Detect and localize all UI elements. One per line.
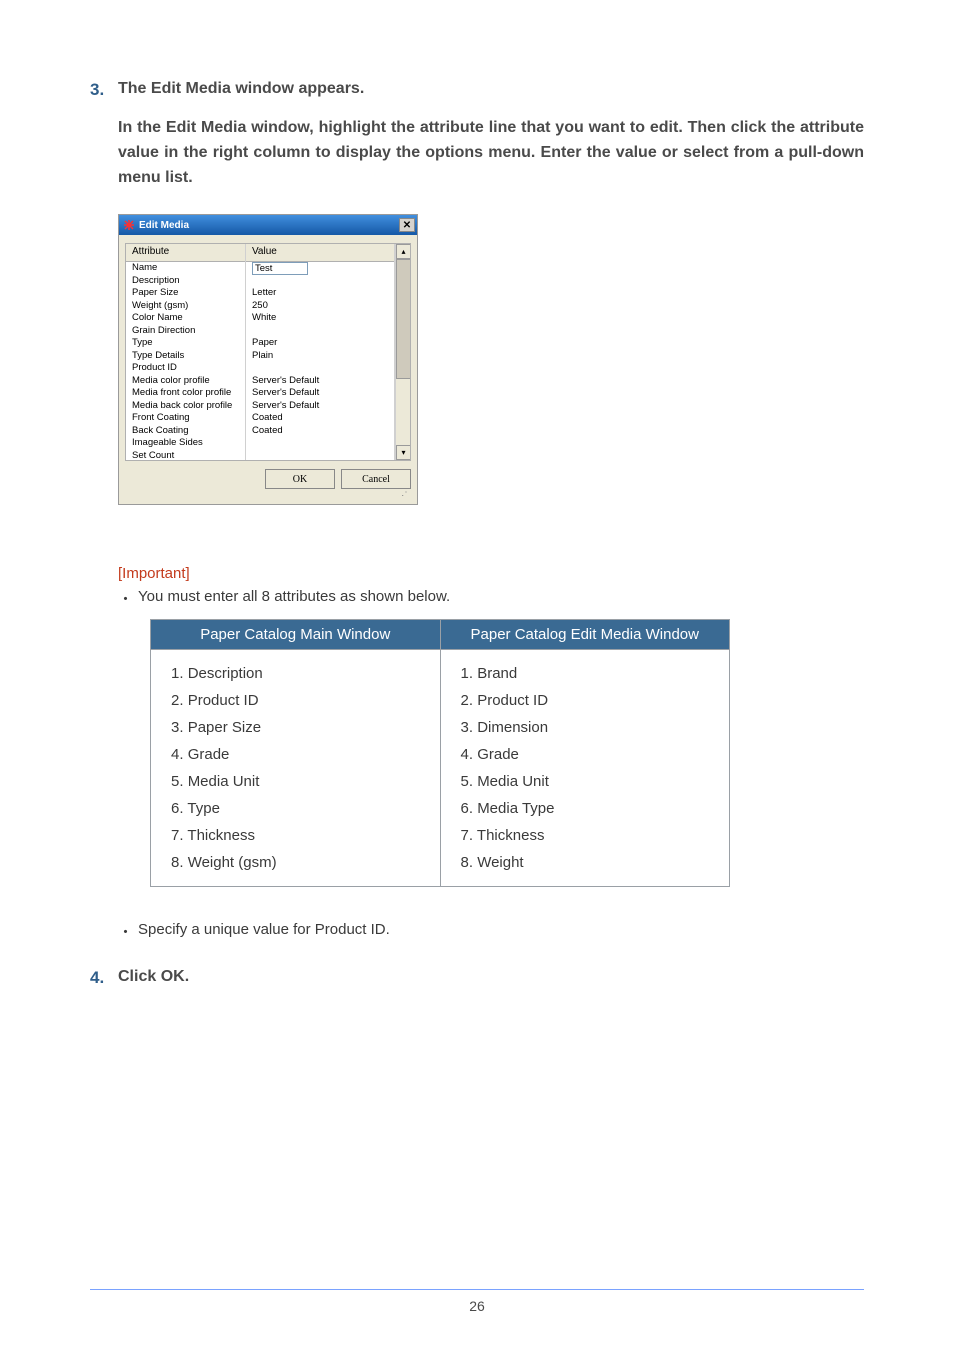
important-bullet-2-text: Specify a unique value for Product ID. bbox=[138, 921, 390, 938]
attr-value[interactable] bbox=[246, 437, 394, 450]
attr-value[interactable]: Server's Default bbox=[246, 387, 394, 400]
step-number: 4 bbox=[90, 968, 118, 988]
dialog-title: Edit Media bbox=[139, 220, 189, 231]
attr-value[interactable]: Coated bbox=[246, 412, 394, 425]
attr-label: Color Name bbox=[126, 312, 245, 325]
list-item: Paper Size bbox=[171, 714, 426, 741]
attr-value[interactable]: Server's Default bbox=[246, 400, 394, 413]
list-item: Grade bbox=[171, 741, 426, 768]
attr-label: Description bbox=[126, 275, 245, 288]
attribute-comparison-table: Paper Catalog Main Window Paper Catalog … bbox=[150, 619, 730, 887]
scrollbar[interactable]: ▴ ▾ bbox=[395, 244, 410, 460]
attr-value[interactable]: 250 bbox=[246, 300, 394, 313]
step-3-body: In the Edit Media window, highlight the … bbox=[118, 116, 864, 190]
scroll-up-button[interactable]: ▴ bbox=[396, 244, 411, 259]
list-item: Product ID bbox=[461, 687, 716, 714]
ok-button[interactable]: OK bbox=[265, 469, 335, 489]
important-bullet-1: ・ You must enter all 8 attributes as sho… bbox=[118, 588, 864, 609]
step-number: 3 bbox=[90, 80, 118, 100]
scroll-thumb[interactable] bbox=[396, 259, 411, 379]
attr-label: Type bbox=[126, 337, 245, 350]
table-header-main: Paper Catalog Main Window bbox=[151, 620, 441, 650]
list-item: Media Unit bbox=[461, 768, 716, 795]
app-icon bbox=[123, 219, 135, 231]
attr-value[interactable]: Plain bbox=[246, 350, 394, 363]
attr-value[interactable] bbox=[246, 362, 394, 375]
attr-label: Weight (gsm) bbox=[126, 300, 245, 313]
attr-value[interactable] bbox=[246, 450, 394, 462]
attr-label: Media back color profile bbox=[126, 400, 245, 413]
attr-value[interactable]: White bbox=[246, 312, 394, 325]
important-bullet-1-text: You must enter all 8 attributes as shown… bbox=[138, 588, 450, 605]
col-header-attribute: Attribute bbox=[126, 244, 245, 262]
step-3: 3 The Edit Media window appears. bbox=[90, 80, 864, 100]
page-number: 26 bbox=[0, 1298, 954, 1314]
attr-label: Imageable Sides bbox=[126, 437, 245, 450]
list-item: Type bbox=[171, 795, 426, 822]
list-item: Media Type bbox=[461, 795, 716, 822]
attr-value[interactable] bbox=[246, 275, 394, 288]
list-item: Dimension bbox=[461, 714, 716, 741]
list-item: Thickness bbox=[461, 822, 716, 849]
step-4-title: Click OK. bbox=[118, 968, 189, 986]
attr-label: Set Count bbox=[126, 450, 245, 462]
footer-rule bbox=[90, 1289, 864, 1290]
edit-media-dialog: Edit Media ✕ Attribute NameDescriptionPa… bbox=[118, 214, 418, 505]
attr-label: Front Coating bbox=[126, 412, 245, 425]
name-field[interactable] bbox=[252, 262, 308, 275]
attr-label: Media color profile bbox=[126, 375, 245, 388]
attribute-grid: Attribute NameDescriptionPaper SizeWeigh… bbox=[125, 243, 411, 461]
edit-media-dialog-screenshot: Edit Media ✕ Attribute NameDescriptionPa… bbox=[118, 214, 864, 505]
bullet-dot: ・ bbox=[118, 588, 138, 609]
attr-label: Media front color profile bbox=[126, 387, 245, 400]
list-item: Brand bbox=[461, 660, 716, 687]
attr-value[interactable]: Coated bbox=[246, 425, 394, 438]
list-item: Description bbox=[171, 660, 426, 687]
list-item: Weight bbox=[461, 849, 716, 876]
table-header-edit: Paper Catalog Edit Media Window bbox=[440, 620, 730, 650]
attr-value[interactable]: Letter bbox=[246, 287, 394, 300]
important-bullet-2: ・ Specify a unique value for Product ID. bbox=[118, 921, 864, 942]
close-icon: ✕ bbox=[403, 220, 411, 231]
bullet-dot: ・ bbox=[118, 921, 138, 942]
attr-label: Type Details bbox=[126, 350, 245, 363]
step-4: 4 Click OK. bbox=[90, 968, 864, 988]
attr-value[interactable]: Server's Default bbox=[246, 375, 394, 388]
attr-label: Paper Size bbox=[126, 287, 245, 300]
close-button[interactable]: ✕ bbox=[399, 218, 415, 232]
attr-value[interactable] bbox=[246, 325, 394, 338]
important-label: [Important] bbox=[118, 565, 864, 582]
attr-label: Product ID bbox=[126, 362, 245, 375]
list-item: Weight (gsm) bbox=[171, 849, 426, 876]
list-item: Grade bbox=[461, 741, 716, 768]
attr-label: Name bbox=[126, 262, 245, 275]
cancel-button[interactable]: Cancel bbox=[341, 469, 411, 489]
attr-label: Grain Direction bbox=[126, 325, 245, 338]
list-item: Thickness bbox=[171, 822, 426, 849]
attr-value[interactable]: Paper bbox=[246, 337, 394, 350]
attr-label: Back Coating bbox=[126, 425, 245, 438]
list-item: Product ID bbox=[171, 687, 426, 714]
step-3-title: The Edit Media window appears. bbox=[118, 80, 364, 98]
list-item: Media Unit bbox=[171, 768, 426, 795]
scroll-down-button[interactable]: ▾ bbox=[396, 445, 411, 460]
col-header-value: Value bbox=[246, 244, 394, 262]
dialog-titlebar: Edit Media ✕ bbox=[119, 215, 417, 235]
